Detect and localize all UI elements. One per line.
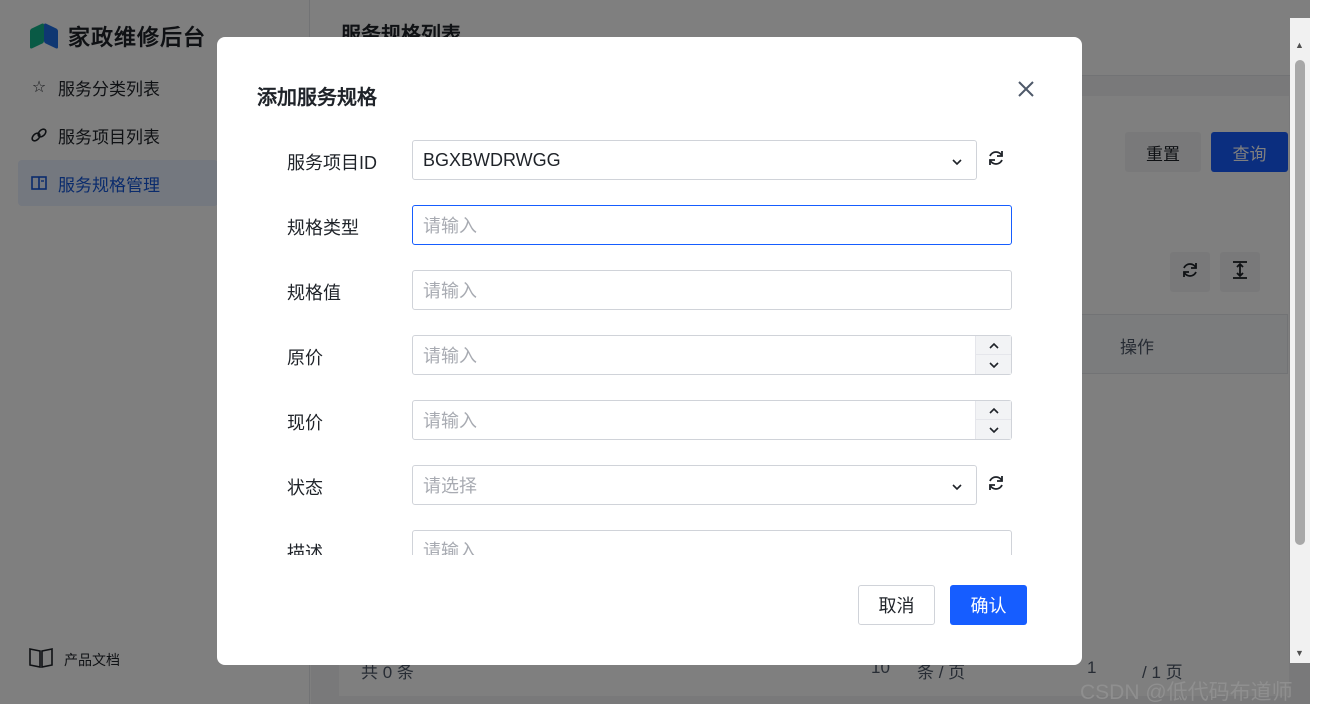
scroll-up-arrow-icon[interactable]: ▲	[1295, 40, 1304, 50]
spec-type-input[interactable]: 请输入	[412, 205, 1012, 245]
current-price-input[interactable]: 请输入	[412, 400, 1012, 440]
original-price-label: 原价	[287, 348, 323, 368]
current-price-placeholder: 请输入	[423, 411, 477, 431]
chevron-down-icon	[988, 354, 1000, 375]
page-scrollbar[interactable]: ▲ ▼	[1290, 18, 1310, 663]
chevron-up-icon	[988, 400, 1000, 421]
refresh-status-button[interactable]	[985, 474, 1007, 496]
chevron-down-icon	[950, 153, 964, 174]
spec-type-label: 规格类型	[287, 218, 359, 238]
original-price-placeholder: 请输入	[423, 346, 477, 366]
description-label: 描述	[287, 543, 323, 555]
form-row-status: 状态 请选择	[217, 465, 1082, 505]
form-row-current-price: 现价 请输入	[217, 400, 1082, 440]
form-row-service-item-id: 服务项目ID BGXBWDRWGG	[217, 140, 1082, 180]
scroll-down-arrow-icon[interactable]: ▼	[1295, 648, 1304, 658]
current-price-stepper[interactable]	[975, 401, 1011, 439]
spec-value-placeholder: 请输入	[423, 281, 477, 301]
chevron-up-icon	[988, 335, 1000, 356]
original-price-input[interactable]: 请输入	[412, 335, 1012, 375]
chevron-down-icon	[950, 478, 964, 499]
cancel-button[interactable]: 取消	[858, 585, 935, 625]
service-item-id-select[interactable]: BGXBWDRWGG	[412, 140, 977, 180]
modal-title: 添加服务规格	[257, 87, 377, 109]
refresh-icon	[986, 473, 1006, 498]
chevron-down-icon	[988, 419, 1000, 440]
close-button[interactable]	[1012, 77, 1040, 105]
refresh-icon	[986, 148, 1006, 173]
form-row-description: 描述 请输入	[217, 530, 1082, 555]
scrollbar-thumb[interactable]	[1295, 60, 1305, 545]
add-spec-modal: 添加服务规格 服务项目ID BGXBWDRWGG 规格类型 请输入 规格值 请输…	[217, 37, 1082, 665]
description-placeholder: 请输入	[423, 541, 477, 555]
refresh-service-items-button[interactable]	[985, 149, 1007, 171]
stepper-down-button[interactable]	[976, 355, 1011, 374]
close-icon	[1017, 80, 1035, 103]
status-placeholder: 请选择	[423, 476, 477, 496]
form-body[interactable]: 服务项目ID BGXBWDRWGG 规格类型 请输入 规格值 请输入 原价 请输…	[217, 137, 1082, 555]
status-select[interactable]: 请选择	[412, 465, 977, 505]
form-row-spec-type: 规格类型 请输入	[217, 205, 1082, 245]
current-price-label: 现价	[287, 413, 323, 433]
form-row-spec-value: 规格值 请输入	[217, 270, 1082, 310]
stepper-up-button[interactable]	[976, 336, 1011, 355]
stepper-up-button[interactable]	[976, 401, 1011, 420]
service-item-id-value: BGXBWDRWGG	[423, 149, 561, 170]
confirm-button[interactable]: 确认	[950, 585, 1027, 625]
service-item-id-label: 服务项目ID	[287, 153, 377, 173]
spec-value-input[interactable]: 请输入	[412, 270, 1012, 310]
status-label: 状态	[287, 478, 323, 498]
form-row-original-price: 原价 请输入	[217, 335, 1082, 375]
spec-type-placeholder: 请输入	[423, 216, 477, 236]
watermark-text: CSDN @低代码布道师	[1080, 681, 1293, 704]
description-input[interactable]: 请输入	[412, 530, 1012, 555]
stepper-down-button[interactable]	[976, 420, 1011, 439]
spec-value-label: 规格值	[287, 283, 341, 303]
original-price-stepper[interactable]	[975, 336, 1011, 374]
